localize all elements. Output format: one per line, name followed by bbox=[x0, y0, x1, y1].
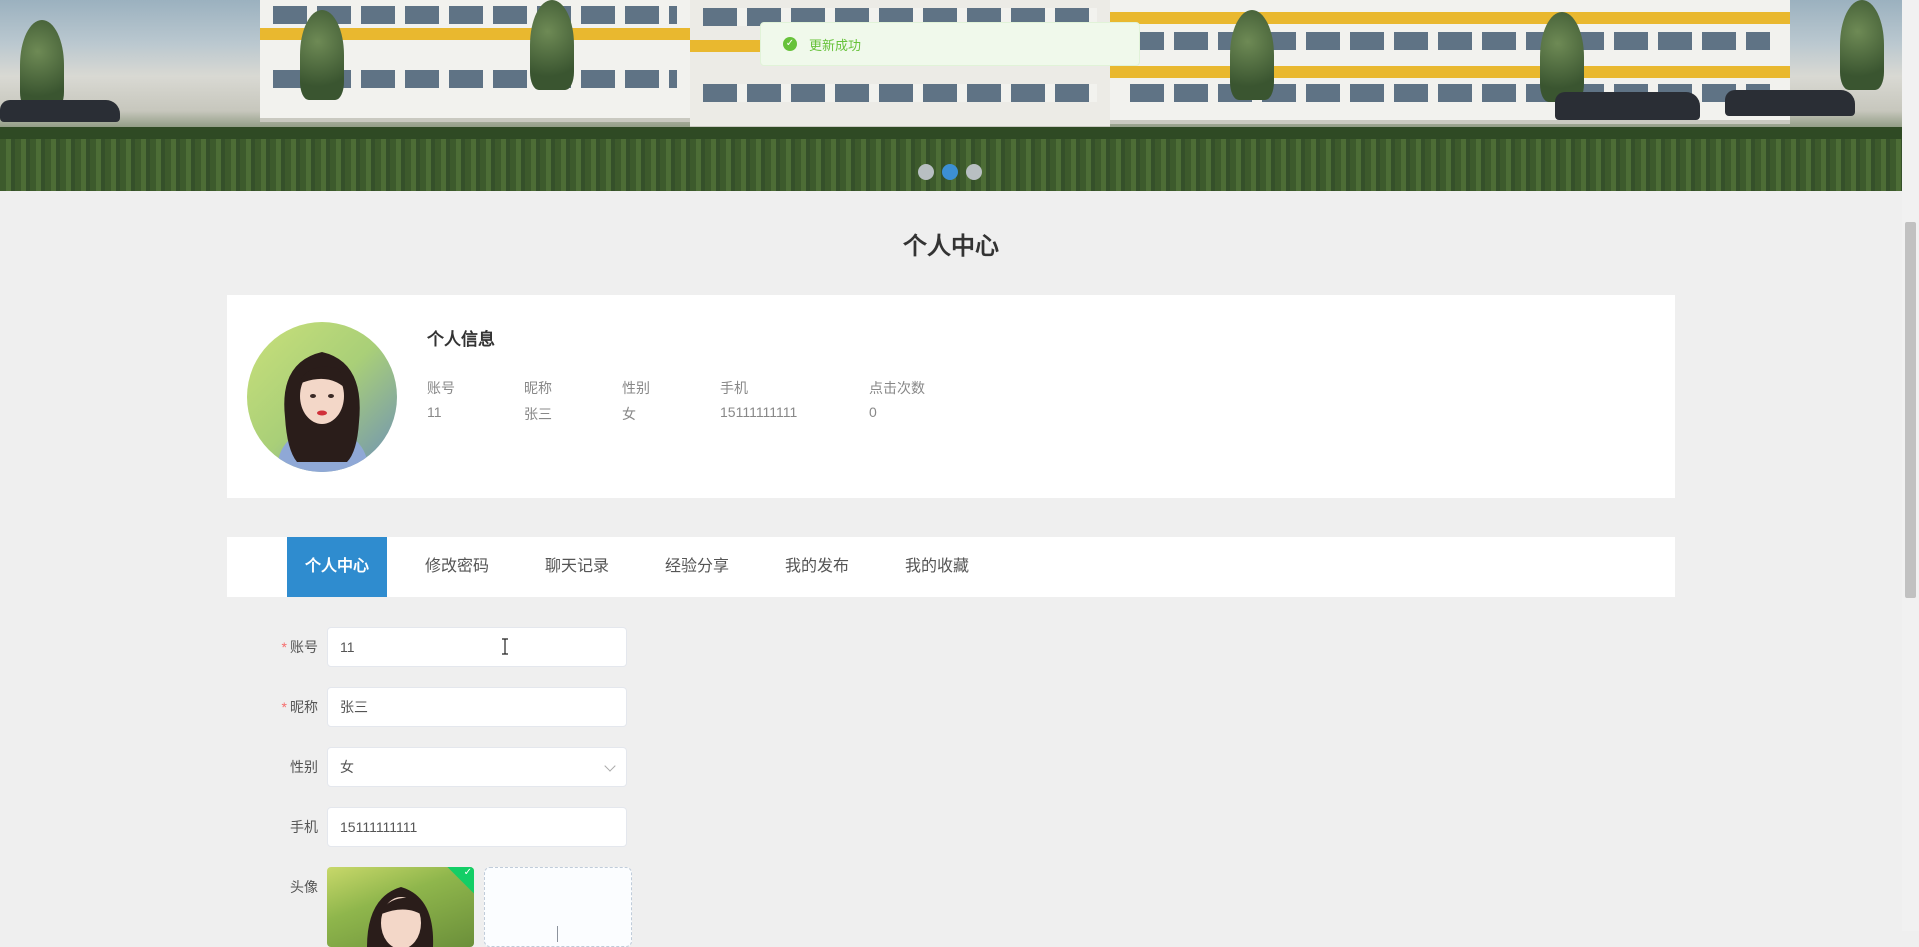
avatar bbox=[247, 322, 397, 472]
info-label: 点击次数 bbox=[869, 380, 925, 396]
banner-tree bbox=[1230, 10, 1274, 100]
tab-my-favorites[interactable]: 我的收藏 bbox=[887, 537, 987, 597]
page-title: 个人中心 bbox=[903, 233, 999, 260]
info-label: 性别 bbox=[622, 380, 650, 396]
toast-message: 更新成功 bbox=[809, 37, 862, 53]
info-value: 11 bbox=[427, 404, 442, 420]
plus-icon bbox=[557, 926, 558, 942]
account-label: * 账号 bbox=[260, 627, 318, 667]
text-cursor-icon bbox=[502, 638, 508, 655]
tab-change-password[interactable]: 修改密码 bbox=[407, 537, 507, 597]
info-nickname: 昵称 张三 bbox=[524, 378, 552, 424]
banner-car bbox=[1725, 90, 1855, 116]
info-click-count: 点击次数 0 bbox=[869, 378, 925, 420]
tab-personal-center[interactable]: 个人中心 bbox=[287, 537, 387, 597]
banner-car bbox=[1555, 92, 1700, 120]
info-label: 手机 bbox=[720, 380, 748, 396]
gender-select[interactable]: 女 bbox=[327, 747, 627, 787]
carousel-dot-3[interactable] bbox=[966, 164, 982, 180]
info-phone: 手机 15111111111 bbox=[720, 378, 797, 420]
profile-tabs: 个人中心 修改密码 聊天记录 经验分享 我的发布 我的收藏 bbox=[227, 537, 1675, 597]
nickname-input[interactable]: 张三 bbox=[327, 687, 627, 727]
banner-tree bbox=[530, 0, 574, 90]
info-value: 15111111111 bbox=[720, 404, 798, 420]
gender-select-value: 女 bbox=[340, 759, 354, 775]
info-label: 昵称 bbox=[524, 380, 552, 396]
required-mark: * bbox=[281, 639, 287, 655]
banner-tree bbox=[1540, 12, 1584, 102]
banner-tree bbox=[20, 20, 64, 110]
info-label: 账号 bbox=[427, 380, 455, 396]
check-circle-icon: ✓ bbox=[783, 37, 797, 51]
banner-car bbox=[0, 100, 120, 122]
page-scrollbar[interactable] bbox=[1902, 0, 1919, 931]
carousel-dot-1[interactable] bbox=[918, 164, 934, 180]
banner-tree bbox=[300, 10, 344, 100]
gender-label: 性别 bbox=[290, 759, 318, 775]
carousel-dot-2[interactable] bbox=[942, 164, 958, 180]
info-value: 0 bbox=[869, 404, 877, 420]
info-account: 账号 11 bbox=[427, 378, 455, 420]
tab-my-posts[interactable]: 我的发布 bbox=[767, 537, 867, 597]
tab-experience-share[interactable]: 经验分享 bbox=[647, 537, 747, 597]
required-mark: * bbox=[281, 699, 287, 715]
scrollbar-thumb[interactable] bbox=[1905, 222, 1916, 598]
avatar-label: 头像 bbox=[290, 879, 318, 895]
account-input[interactable]: 11 bbox=[327, 627, 627, 667]
chevron-down-icon bbox=[604, 760, 616, 772]
carousel-indicators bbox=[918, 164, 982, 180]
banner-tree bbox=[1840, 0, 1884, 90]
info-value: 张三 bbox=[524, 406, 552, 422]
banner-hedge bbox=[0, 127, 1902, 139]
tab-chat-history[interactable]: 聊天记录 bbox=[527, 537, 627, 597]
phone-label: 手机 bbox=[290, 819, 318, 835]
nickname-label-text: 昵称 bbox=[290, 699, 318, 715]
upload-add-button[interactable] bbox=[484, 867, 632, 947]
account-label-text: 账号 bbox=[290, 639, 318, 655]
nickname-label: * 昵称 bbox=[260, 687, 318, 727]
info-value: 女 bbox=[622, 406, 636, 422]
phone-input[interactable]: 15111111111 bbox=[327, 807, 627, 847]
success-toast: ✓ 更新成功 bbox=[760, 22, 1140, 66]
profile-section-title: 个人信息 bbox=[427, 330, 495, 349]
check-icon: ✓ bbox=[463, 867, 472, 878]
info-gender: 性别 女 bbox=[622, 378, 650, 424]
profile-card: 个人信息 账号 11 昵称 张三 性别 女 手机 15111111111 点击次… bbox=[227, 295, 1675, 498]
uploaded-avatar-thumbnail[interactable]: ✓ bbox=[327, 867, 474, 947]
